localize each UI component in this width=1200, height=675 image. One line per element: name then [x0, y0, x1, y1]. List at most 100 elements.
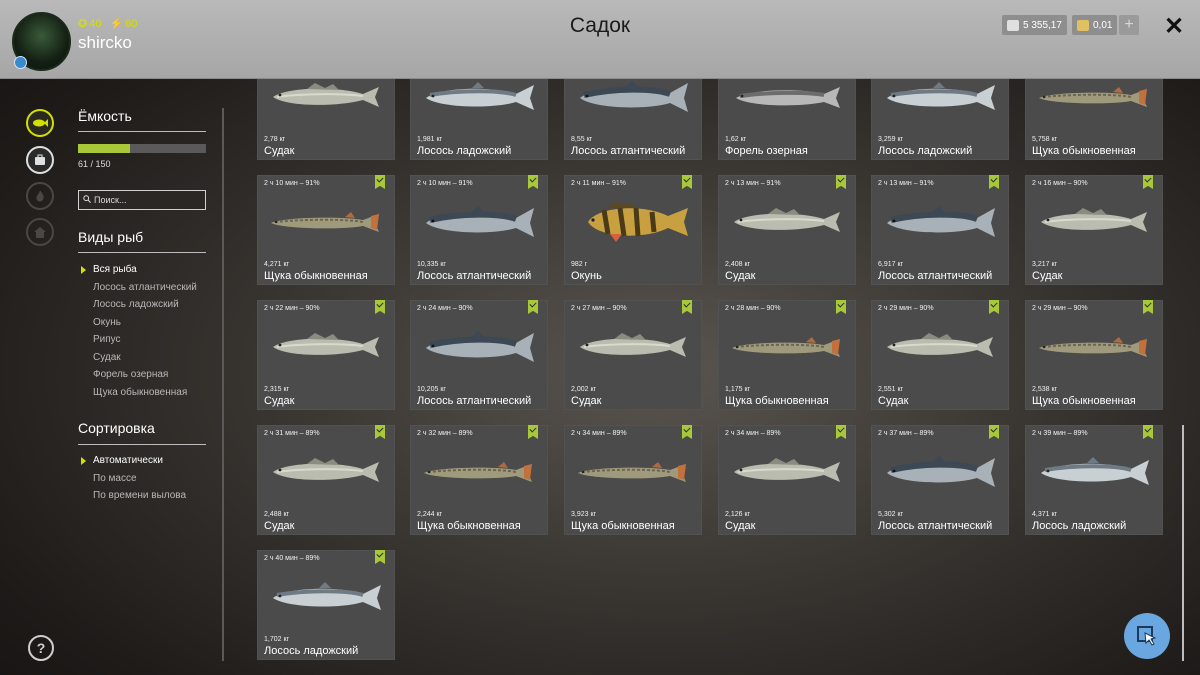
bookmark-check-icon	[1143, 175, 1153, 189]
fish-card[interactable]: 2 ч 10 мин – 91% 4,271 кг Щука обыкновенна…	[257, 175, 395, 285]
salmon-fish-icon	[420, 77, 538, 117]
fish-card-catch-info: 2 ч 31 мин – 89%	[264, 430, 320, 437]
fish-card-weight: 1,702 кг	[264, 636, 290, 643]
perch-fish-icon	[574, 202, 692, 242]
fish-card[interactable]: 2 ч 32 мин – 89% 2,244 кг Щука обыкновенна…	[410, 425, 548, 535]
salmon-fish-icon	[267, 577, 385, 617]
fish-card-weight: 2,78 кг	[264, 136, 286, 143]
fish-card[interactable]: 2 ч 13 мин – 91% 2,408 кг Судак	[718, 175, 856, 285]
fish-card-name: Щука обыкновенная	[264, 270, 368, 282]
species-filter-item-3[interactable]: Окунь	[93, 314, 197, 332]
fish-card-catch-info: 2 ч 27 мин – 90%	[571, 305, 627, 312]
bookmark-check-icon	[375, 175, 385, 189]
bag-icon[interactable]	[26, 146, 54, 174]
salmon-fish-icon	[1035, 452, 1153, 492]
fish-card-weight: 6,917 кг	[878, 261, 904, 268]
fish-card-name: Лосось ладожский	[417, 145, 512, 157]
fish-card[interactable]: 2 ч 28 мин – 90% 1,175 кг Щука обыкновенна…	[718, 300, 856, 410]
zander-fish-icon	[728, 202, 846, 242]
fish-card[interactable]: 2 ч 16 мин – 90% 3,217 кг Судак	[1025, 175, 1163, 285]
species-filter-item-7[interactable]: Щука обыкновенная	[93, 384, 197, 402]
bookmark-check-icon	[682, 425, 692, 439]
fish-card-catch-info: 2 ч 40 мин – 89%	[264, 555, 320, 562]
search-icon	[83, 195, 91, 205]
species-filter-item-4[interactable]: Рипус	[93, 331, 197, 349]
species-title: Виды рыб	[78, 229, 144, 245]
fish-card-weight: 2,488 кг	[264, 511, 290, 518]
bookmark-check-icon	[989, 175, 999, 189]
fish-card-weight: 3,923 кг	[571, 511, 597, 518]
zander-fish-icon	[267, 327, 385, 367]
species-filter-item-2[interactable]: Лосось ладожский	[93, 296, 197, 314]
keepnet-fish-icon[interactable]	[26, 109, 54, 137]
zander-fish-icon	[267, 452, 385, 492]
scrollbar[interactable]	[1182, 425, 1184, 661]
bookmark-check-icon	[375, 550, 385, 564]
fish-card-catch-info: 2 ч 39 мин – 89%	[1032, 430, 1088, 437]
help-button[interactable]: ?	[28, 635, 54, 661]
species-filter-item-6[interactable]: Форель озерная	[93, 366, 197, 384]
fish-card-name: Лосось ладожский	[1032, 520, 1127, 532]
fish-card[interactable]: 2 ч 24 мин – 90% 10,205 кг Лосось атлантич…	[410, 300, 548, 410]
fish-card-catch-info: 2 ч 34 мин – 89%	[725, 430, 781, 437]
fish-card-weight: 2,551 кг	[878, 386, 904, 393]
fish-card[interactable]: 2 ч 27 мин – 90% 2,002 кг Судак	[564, 300, 702, 410]
fish-card-name: Судак	[878, 395, 909, 407]
fish-card-name: Лосось атлантический	[571, 145, 686, 157]
fish-card-name: Щука обыкновенная	[417, 520, 521, 532]
species-filter-item-1[interactable]: Лосось атлантический	[93, 279, 197, 297]
sort-option-0[interactable]: Автоматически	[80, 452, 186, 470]
search-input[interactable]	[94, 195, 194, 205]
search-field[interactable]	[78, 190, 206, 210]
fish-card[interactable]: 2 ч 29 мин – 90% 2,551 кг Судак	[871, 300, 1009, 410]
fish-card-weight: 10,335 кг	[417, 261, 446, 268]
fish-card-name: Форель озерная	[725, 145, 808, 157]
fish-card-weight: 3,259 кг	[878, 136, 904, 143]
fish-card-catch-info: 2 ч 10 мин – 91%	[264, 180, 320, 187]
fish-card-catch-info: 2 ч 37 мин – 89%	[878, 430, 934, 437]
fish-card[interactable]: 2 ч 37 мин – 89% 5,302 кг Лосось атлантиче…	[871, 425, 1009, 535]
fish-card[interactable]: 2 ч 22 мин – 90% 2,315 кг Судак	[257, 300, 395, 410]
fish-card-catch-info: 2 ч 13 мин – 91%	[725, 180, 781, 187]
fish-card-weight: 2,244 кг	[417, 511, 443, 518]
fish-card[interactable]: 2 ч 34 мин – 89% 3,923 кг Щука обыкновенна…	[564, 425, 702, 535]
top-bar: ✪ 40 ⚡ 60 shircko Садок 5 355,17 0,01 + ✕	[0, 0, 1200, 79]
buy-currency-button[interactable]: +	[1119, 15, 1139, 35]
fish-card-name: Судак	[1032, 270, 1063, 282]
bookmark-check-icon	[1143, 425, 1153, 439]
species-filter-item-5[interactable]: Судак	[93, 349, 197, 367]
fish-card[interactable]: 2 ч 29 мин – 90% 2,538 кг Щука обыкновенна…	[1025, 300, 1163, 410]
salmon_dark-fish-icon	[881, 452, 999, 492]
close-button[interactable]: ✕	[1164, 12, 1184, 41]
fish-card-name: Щука обыкновенная	[725, 395, 829, 407]
sort-options-list: Автоматически По массе По времени вылова	[80, 452, 186, 505]
fish-card-catch-info: 2 ч 11 мин – 91%	[571, 180, 627, 187]
fish-card-weight: 4,371 кг	[1032, 511, 1058, 518]
species-filter-list: Вся рыба Лосось атлантический Лосось ладож…	[81, 261, 197, 402]
fish-card[interactable]: 2 ч 39 мин – 89% 4,371 кг Лосось ладожский	[1025, 425, 1163, 535]
fish-card-name: Щука обыкновенная	[571, 520, 675, 532]
fish-card-name: Судак	[264, 145, 295, 157]
sort-option-2[interactable]: По времени вылова	[93, 487, 186, 505]
salmon_dark-fish-icon	[420, 327, 538, 367]
bookmark-check-icon	[1143, 300, 1153, 314]
fire-icon[interactable]	[26, 182, 54, 210]
sort-option-1[interactable]: По массе	[93, 470, 186, 488]
fish-card[interactable]: 2 ч 31 мин – 89% 2,488 кг Судак	[257, 425, 395, 535]
zander-fish-icon	[267, 77, 385, 117]
bookmark-check-icon	[836, 425, 846, 439]
bookmark-check-icon	[836, 175, 846, 189]
fish-card[interactable]: 2 ч 13 мин – 91% 6,917 кг Лосось атлантиче…	[871, 175, 1009, 285]
fish-card-weight: 2,002 кг	[571, 386, 597, 393]
fish-card[interactable]: 2 ч 11 мин – 91% 982 г Окунь	[564, 175, 702, 285]
fish-card-catch-info: 2 ч 10 мин – 91%	[417, 180, 473, 187]
species-filter-item-0[interactable]: Вся рыба	[81, 261, 197, 279]
fish-card-catch-info: 2 ч 16 мин – 90%	[1032, 180, 1088, 187]
cursor-mode-button[interactable]	[1124, 613, 1170, 659]
fish-card[interactable]: 2 ч 10 мин – 91% 10,335 кг Лосось атлантич…	[410, 175, 548, 285]
fish-card[interactable]: 2 ч 40 мин – 89% 1,702 кг Лосось ладожский	[257, 550, 395, 660]
house-icon[interactable]	[26, 218, 54, 246]
fish-card[interactable]: 2 ч 34 мин – 89% 2,126 кг Судак	[718, 425, 856, 535]
pike-fish-icon	[574, 452, 692, 492]
fish-card-weight: 2,408 кг	[725, 261, 751, 268]
